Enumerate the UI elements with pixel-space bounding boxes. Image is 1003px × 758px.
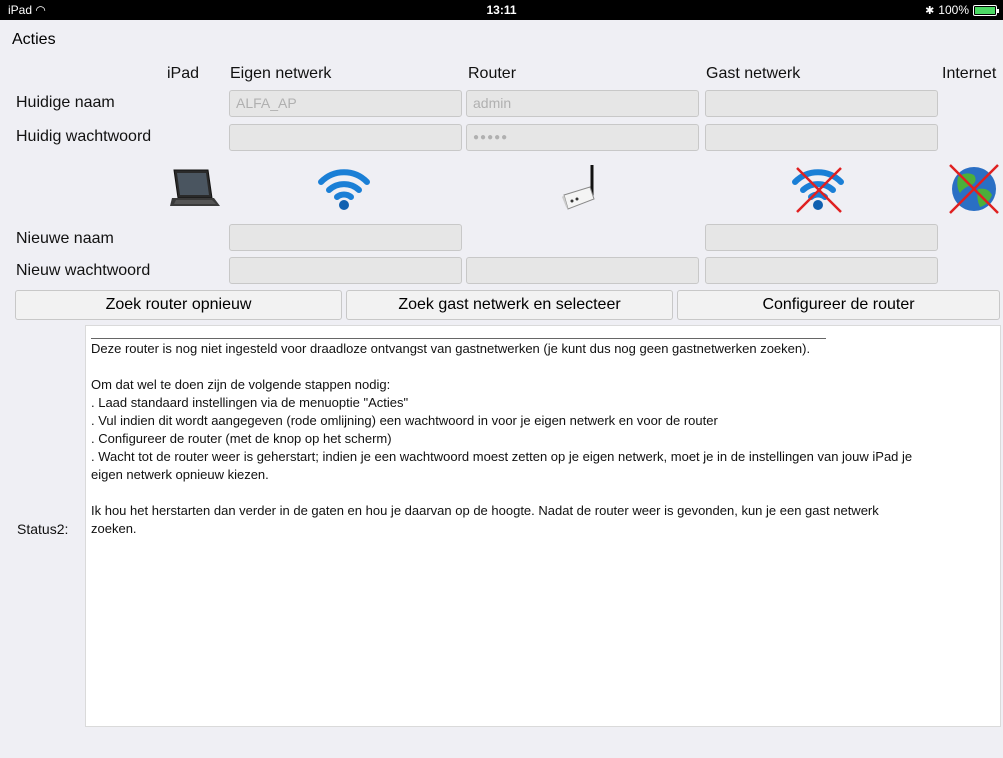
label-huidig-wachtwoord: Huidig wachtwoord: [16, 128, 152, 145]
configureer-router-button[interactable]: Configureer de router: [677, 290, 1000, 320]
wifi-disconnected-icon: [791, 164, 845, 214]
gast-huidig-wachtwoord-field[interactable]: [705, 124, 938, 151]
zoek-router-button[interactable]: Zoek router opnieuw: [15, 290, 342, 320]
gast-huidige-naam-field[interactable]: [705, 90, 938, 117]
status-line: . Wacht tot de router weer is geherstart…: [91, 449, 913, 464]
status-line: . Vul indien dit wordt aangegeven (rode …: [91, 413, 718, 428]
column-header-gast-netwerk: Gast netwerk: [706, 65, 801, 82]
label-nieuwe-naam: Nieuwe naam: [16, 230, 114, 247]
router-huidig-wachtwoord-field[interactable]: ●●●●●: [466, 124, 699, 151]
divider: [91, 338, 826, 339]
status-line: . Configureer de router (met de knop op …: [91, 431, 392, 446]
eigen-nieuwe-naam-field[interactable]: [229, 224, 462, 251]
column-header-eigen-netwerk: Eigen netwerk: [230, 65, 332, 82]
ipad-keyboard-icon: [168, 168, 222, 210]
menu-acties[interactable]: Acties: [12, 31, 56, 49]
status-line: [91, 484, 997, 502]
eigen-huidige-naam-field[interactable]: ALFA_AP: [229, 90, 462, 117]
eigen-huidig-wachtwoord-field[interactable]: [229, 124, 462, 151]
column-header-internet: Internet: [942, 65, 997, 82]
status-line: . Laad standaard instellingen via de men…: [91, 395, 409, 410]
status-line: Deze router is nog niet ingesteld voor d…: [91, 341, 811, 356]
status-bar: iPad ◠ 13:11 ✱ 100%: [0, 0, 1003, 20]
battery-group: ✱ 100%: [925, 3, 999, 17]
battery-icon: [973, 4, 999, 16]
status-line: Ik hou het herstarten dan verder in de g…: [91, 503, 879, 518]
status-line: eigen netwerk opnieuw kiezen.: [91, 467, 269, 482]
bluetooth-icon: ✱: [925, 4, 935, 17]
column-header-router: Router: [468, 65, 517, 82]
column-header-ipad: iPad: [167, 65, 200, 82]
gast-nieuwe-naam-field[interactable]: [705, 224, 938, 251]
gast-nieuw-wachtwoord-field[interactable]: [705, 257, 938, 284]
zoek-gast-netwerk-button[interactable]: Zoek gast netwerk en selecteer: [346, 290, 673, 320]
eigen-nieuw-wachtwoord-field[interactable]: [229, 257, 462, 284]
status-line: [91, 358, 997, 376]
battery-percent: 100%: [938, 3, 969, 17]
router-icon: [560, 163, 604, 211]
router-nieuw-wachtwoord-field[interactable]: [466, 257, 699, 284]
wifi-icon: [318, 164, 370, 212]
label-huidige-naam: Huidige naam: [16, 94, 115, 111]
label-nieuw-wachtwoord: Nieuw wachtwoord: [16, 262, 151, 279]
status-label: Status2:: [17, 521, 69, 537]
router-huidige-naam-field[interactable]: admin: [466, 90, 699, 117]
status-line: Om dat wel te doen zijn de volgende stap…: [91, 377, 391, 392]
globe-disconnected-icon: [948, 163, 1000, 215]
clock: 13:11: [486, 3, 517, 17]
status-line: zoeken.: [91, 521, 137, 536]
status-text-area: Deze router is nog niet ingesteld voor d…: [85, 325, 1001, 727]
